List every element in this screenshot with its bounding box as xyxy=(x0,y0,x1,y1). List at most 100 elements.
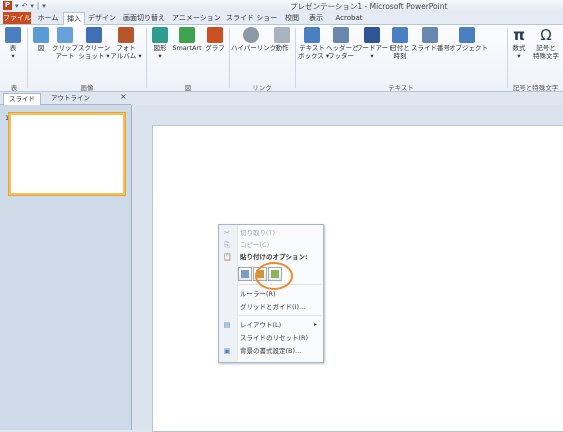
insert-slide-number-button[interactable]: スライド番号 xyxy=(411,27,450,52)
cut-icon: ✂ xyxy=(224,229,230,237)
screenshot-icon xyxy=(86,27,102,43)
tab-slides[interactable]: スライド xyxy=(3,93,41,105)
insert-table-button[interactable]: 表 ▾ xyxy=(2,27,24,60)
tab-review[interactable]: 校閲 xyxy=(282,12,302,24)
slide-thumbnails-pane: 1 xyxy=(0,105,132,430)
tab-slideshow[interactable]: スライド ショー xyxy=(226,12,277,24)
paste-icon: 📋 xyxy=(223,253,232,261)
button-label: 日付と 時刻 xyxy=(390,44,410,60)
table-icon xyxy=(5,27,21,43)
symbol-icon: Ω xyxy=(540,26,552,44)
button-label: クリップ アート xyxy=(52,44,78,60)
paste-destination-icon xyxy=(241,270,249,278)
format-background-icon: ▣ xyxy=(223,347,231,355)
menu-item-label: 背景の書式設定(B)... xyxy=(240,347,302,355)
clipart-icon xyxy=(57,27,73,43)
insert-picture-button[interactable]: 図 xyxy=(31,27,51,52)
menu-item-copy[interactable]: ⎘ コピー(C) xyxy=(219,239,323,251)
menu-item-label: グリッドとガイド(I)... xyxy=(240,303,306,311)
header-footer-icon xyxy=(333,27,349,43)
equation-icon: π xyxy=(513,26,525,44)
menu-item-label: レイアウト(L) xyxy=(240,321,282,329)
button-label: オブジェクト xyxy=(449,44,488,52)
button-label: 図形 ▾ xyxy=(153,44,167,60)
button-label: 表 ▾ xyxy=(9,44,17,60)
ribbon-insert: 表 ▾ 図 クリップ アート スクリーン ショット ▾ フォト アルバム ▾ 図… xyxy=(0,25,563,92)
group-label-illustrations: 図 xyxy=(184,84,192,92)
button-label: スライド番号 xyxy=(411,44,450,52)
insert-chart-button[interactable]: グラフ xyxy=(204,27,226,52)
button-label: 動作 xyxy=(275,44,289,52)
insert-header-footer-button[interactable]: ヘッダーと フッター xyxy=(326,27,359,60)
menu-item-grid-guides[interactable]: グリッドとガイド(I)... xyxy=(219,301,323,313)
group-label-links: リンク xyxy=(252,84,272,92)
insert-wordart-button[interactable]: ワードアート ▾ xyxy=(356,27,395,60)
date-time-icon xyxy=(392,27,408,43)
button-label: 図 xyxy=(37,44,45,52)
chart-icon xyxy=(207,27,223,43)
insert-textbox-button[interactable]: テキスト ボックス ▾ xyxy=(298,27,330,60)
group-label-symbols: 記号と特殊文字 xyxy=(512,84,559,92)
insert-action-button[interactable]: 動作 xyxy=(272,27,292,52)
insert-screenshot-button[interactable]: スクリーン ショット ▾ xyxy=(78,27,110,60)
insert-object-button[interactable]: オブジェクト xyxy=(449,27,488,52)
hyperlink-icon xyxy=(243,27,259,43)
menu-item-label: スライドのリセット(R) xyxy=(240,334,309,342)
insert-photo-album-button[interactable]: フォト アルバム ▾ xyxy=(110,27,142,60)
button-label: ハイパーリンク xyxy=(231,44,277,52)
tab-design[interactable]: デザイン xyxy=(88,12,116,24)
smartart-icon xyxy=(179,27,195,43)
wordart-icon xyxy=(364,27,380,43)
context-menu: ✂ 切り取り(T) ⎘ コピー(C) 📋 貼り付けのオプション: ルーラー(R)… xyxy=(218,224,324,363)
button-label: スクリーン ショット ▾ xyxy=(78,44,111,60)
save-icon[interactable]: ▾ xyxy=(15,2,19,10)
tab-view[interactable]: 表示 xyxy=(306,12,326,24)
qat-separator: | xyxy=(36,1,40,10)
button-label: ヘッダーと フッター xyxy=(326,44,359,60)
menu-item-reset-slide[interactable]: スライドのリセット(R) xyxy=(219,332,323,344)
picture-icon xyxy=(33,27,49,43)
highlight-circle-annotation xyxy=(255,262,293,290)
menu-item-format-background[interactable]: ▣ 背景の書式設定(B)... xyxy=(219,345,323,357)
button-label: フォト アルバム ▾ xyxy=(110,44,142,60)
tab-transitions[interactable]: 画面切り替え xyxy=(122,12,166,24)
insert-smartart-button[interactable]: SmartArt xyxy=(171,27,203,52)
slide-thumbnail[interactable] xyxy=(9,113,125,195)
menu-item-layout[interactable]: ▤ レイアウト(L) ▸ xyxy=(219,319,323,331)
button-label: テキスト ボックス ▾ xyxy=(298,44,330,60)
menu-separator xyxy=(239,315,321,316)
slide-canvas[interactable] xyxy=(152,125,563,432)
object-icon xyxy=(459,27,475,43)
group-label-text: テキスト xyxy=(388,84,414,92)
group-label-table: 表 xyxy=(10,84,18,92)
menu-item-label: 切り取り(T) xyxy=(240,229,276,237)
menu-item-cut[interactable]: ✂ 切り取り(T) xyxy=(219,227,323,239)
paste-use-destination-theme-button[interactable] xyxy=(238,267,252,281)
button-label: 記号と 特殊文字 xyxy=(533,44,559,60)
quick-access-toolbar: P ▾ ↶ ▾ | ▾ xyxy=(3,1,46,10)
tab-animations[interactable]: アニメーション xyxy=(172,12,221,24)
copy-icon: ⎘ xyxy=(224,241,230,249)
button-label: SmartArt xyxy=(172,44,202,52)
group-label-images: 画像 xyxy=(80,84,94,92)
customize-qat-icon[interactable]: ▾ xyxy=(42,2,46,10)
shapes-icon xyxy=(152,27,168,43)
tab-file[interactable]: ファイル xyxy=(3,12,31,24)
button-label: グラフ xyxy=(205,44,225,52)
undo-dropdown-icon[interactable]: ▾ xyxy=(30,2,34,10)
tab-insert[interactable]: 挿入 xyxy=(63,12,85,26)
insert-clipart-button[interactable]: クリップ アート xyxy=(52,27,78,60)
insert-date-time-button[interactable]: 日付と 時刻 xyxy=(389,27,411,60)
insert-symbol-button[interactable]: Ω 記号と 特殊文字 xyxy=(530,27,562,60)
close-panel-icon[interactable]: × xyxy=(120,92,127,101)
button-label: ワードアート ▾ xyxy=(356,44,395,60)
slides-panel-tabs: スライド アウトライン × xyxy=(0,92,131,105)
insert-shapes-button[interactable]: 図形 ▾ xyxy=(150,27,170,60)
tab-outline[interactable]: アウトライン xyxy=(46,93,95,104)
insert-equation-button[interactable]: π 数式 ▾ xyxy=(509,27,529,60)
tab-acrobat[interactable]: Acrobat xyxy=(333,12,365,24)
undo-icon[interactable]: ↶ xyxy=(22,2,28,10)
powerpoint-logo-icon[interactable]: P xyxy=(3,1,12,10)
insert-hyperlink-button[interactable]: ハイパーリンク xyxy=(231,27,277,52)
tab-home[interactable]: ホーム xyxy=(36,12,60,24)
